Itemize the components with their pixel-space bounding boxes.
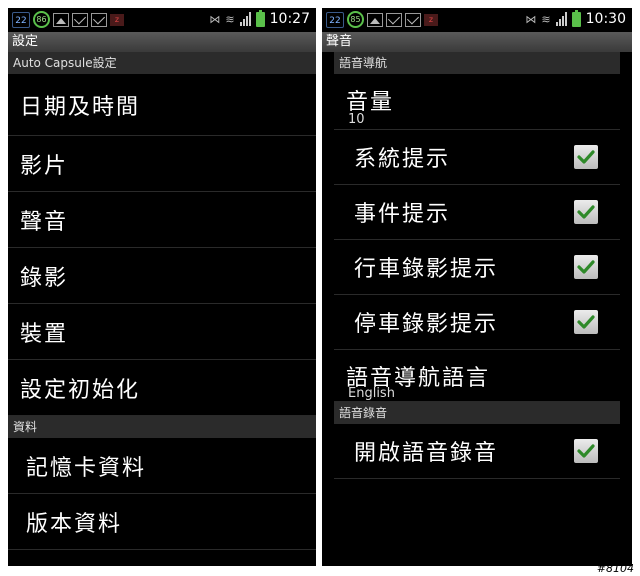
menu-item-label: 裝置 (20, 321, 69, 347)
picture-icon (367, 12, 383, 27)
voice-recording-toggle[interactable]: 開啟語音錄音 (334, 424, 620, 479)
prompt-toggle[interactable]: 停車錄影提示 (334, 295, 620, 350)
prompt-checkbox[interactable] (574, 145, 598, 169)
app-notification-icon: z (110, 13, 124, 26)
menu-item[interactable]: 錄影 (8, 248, 316, 304)
mail-icon (405, 12, 421, 27)
prompt-toggle[interactable]: 系統提示 (334, 130, 620, 185)
missed-call-icon (386, 12, 402, 27)
prompt-toggle-label: 事件提示 (354, 202, 451, 227)
check-icon (577, 260, 595, 274)
menu-item[interactable]: 聲音 (8, 192, 316, 248)
settings-screen: 22 86 z ⋈ ≋ 10:27 設定 Auto Capsule設定 日期及時… (8, 8, 316, 566)
menu-item-label: 日期及時間 (20, 94, 141, 120)
section-header: Auto Capsule設定 (8, 52, 316, 74)
watermark: #8104 (596, 562, 634, 575)
menu-item-label: 設定初始化 (20, 377, 141, 403)
menu-item[interactable]: 日期及時間 (8, 74, 316, 136)
page-title: 設定 (8, 32, 316, 52)
menu-item-label: 聲音 (20, 209, 69, 235)
menu-item-label: 記憶卡資料 (26, 455, 147, 481)
section-header: 資料 (8, 416, 316, 438)
battery-icon (255, 9, 265, 27)
check-icon (577, 205, 595, 219)
prompt-toggle-label: 停車錄影提示 (354, 312, 499, 337)
clock: 10:27 (269, 11, 310, 27)
prompt-checkbox[interactable] (574, 310, 598, 334)
menu-item-label: 版本資料 (26, 511, 123, 537)
clock: 10:30 (585, 11, 626, 27)
menu-item[interactable]: 裝置 (8, 304, 316, 360)
notification-badge: 22 (12, 11, 30, 28)
navigation-language-setting[interactable]: 語音導航語言 English (334, 350, 620, 402)
battery-icon (571, 9, 581, 27)
signal-icon (555, 12, 567, 26)
picture-icon (53, 12, 69, 27)
check-icon (577, 150, 595, 164)
menu-item[interactable]: 影片 (8, 136, 316, 192)
menu-item-label: 錄影 (20, 265, 69, 291)
menu-item-label: 影片 (20, 153, 69, 179)
mute-icon: ⋈ (525, 12, 537, 26)
menu-item[interactable]: 記憶卡資料 (8, 438, 316, 494)
check-icon (577, 315, 595, 329)
status-bar: 22 85 z ⋈ ≋ 10:30 (322, 8, 632, 32)
app-notification-icon: z (424, 13, 438, 26)
prompt-toggle-label: 行車錄影提示 (354, 257, 499, 282)
battery-percent-icon: 85 (347, 11, 364, 28)
sound-settings-screen: 22 85 z ⋈ ≋ 10:30 聲音 語音導航 音量 10 系統提示事件提示… (322, 8, 632, 566)
voice-recording-label: 開啟語音錄音 (354, 441, 499, 466)
prompt-toggle[interactable]: 事件提示 (334, 185, 620, 240)
prompt-checkbox[interactable] (574, 200, 598, 224)
prompt-toggle[interactable]: 行車錄影提示 (334, 240, 620, 295)
page-title: 聲音 (322, 32, 632, 52)
section-header: 語音導航 (334, 52, 620, 74)
battery-percent-icon: 86 (33, 11, 50, 28)
menu-item[interactable]: 版本資料 (8, 494, 316, 550)
section-header: 語音錄音 (334, 402, 620, 424)
notification-badge: 22 (326, 11, 344, 28)
language-value: English (348, 386, 395, 401)
prompt-checkbox[interactable] (574, 255, 598, 279)
voice-recording-checkbox[interactable] (574, 439, 598, 463)
mail-icon (91, 12, 107, 27)
check-icon (577, 444, 595, 458)
missed-call-icon (72, 12, 88, 27)
prompt-toggle-label: 系統提示 (354, 147, 451, 172)
wifi-icon: ≋ (541, 12, 551, 26)
status-bar: 22 86 z ⋈ ≋ 10:27 (8, 8, 316, 32)
signal-icon (239, 12, 251, 26)
wifi-icon: ≋ (225, 12, 235, 26)
volume-setting[interactable]: 音量 10 (334, 74, 620, 130)
mute-icon: ⋈ (209, 12, 221, 26)
volume-value: 10 (348, 112, 365, 127)
menu-item[interactable]: 設定初始化 (8, 360, 316, 416)
